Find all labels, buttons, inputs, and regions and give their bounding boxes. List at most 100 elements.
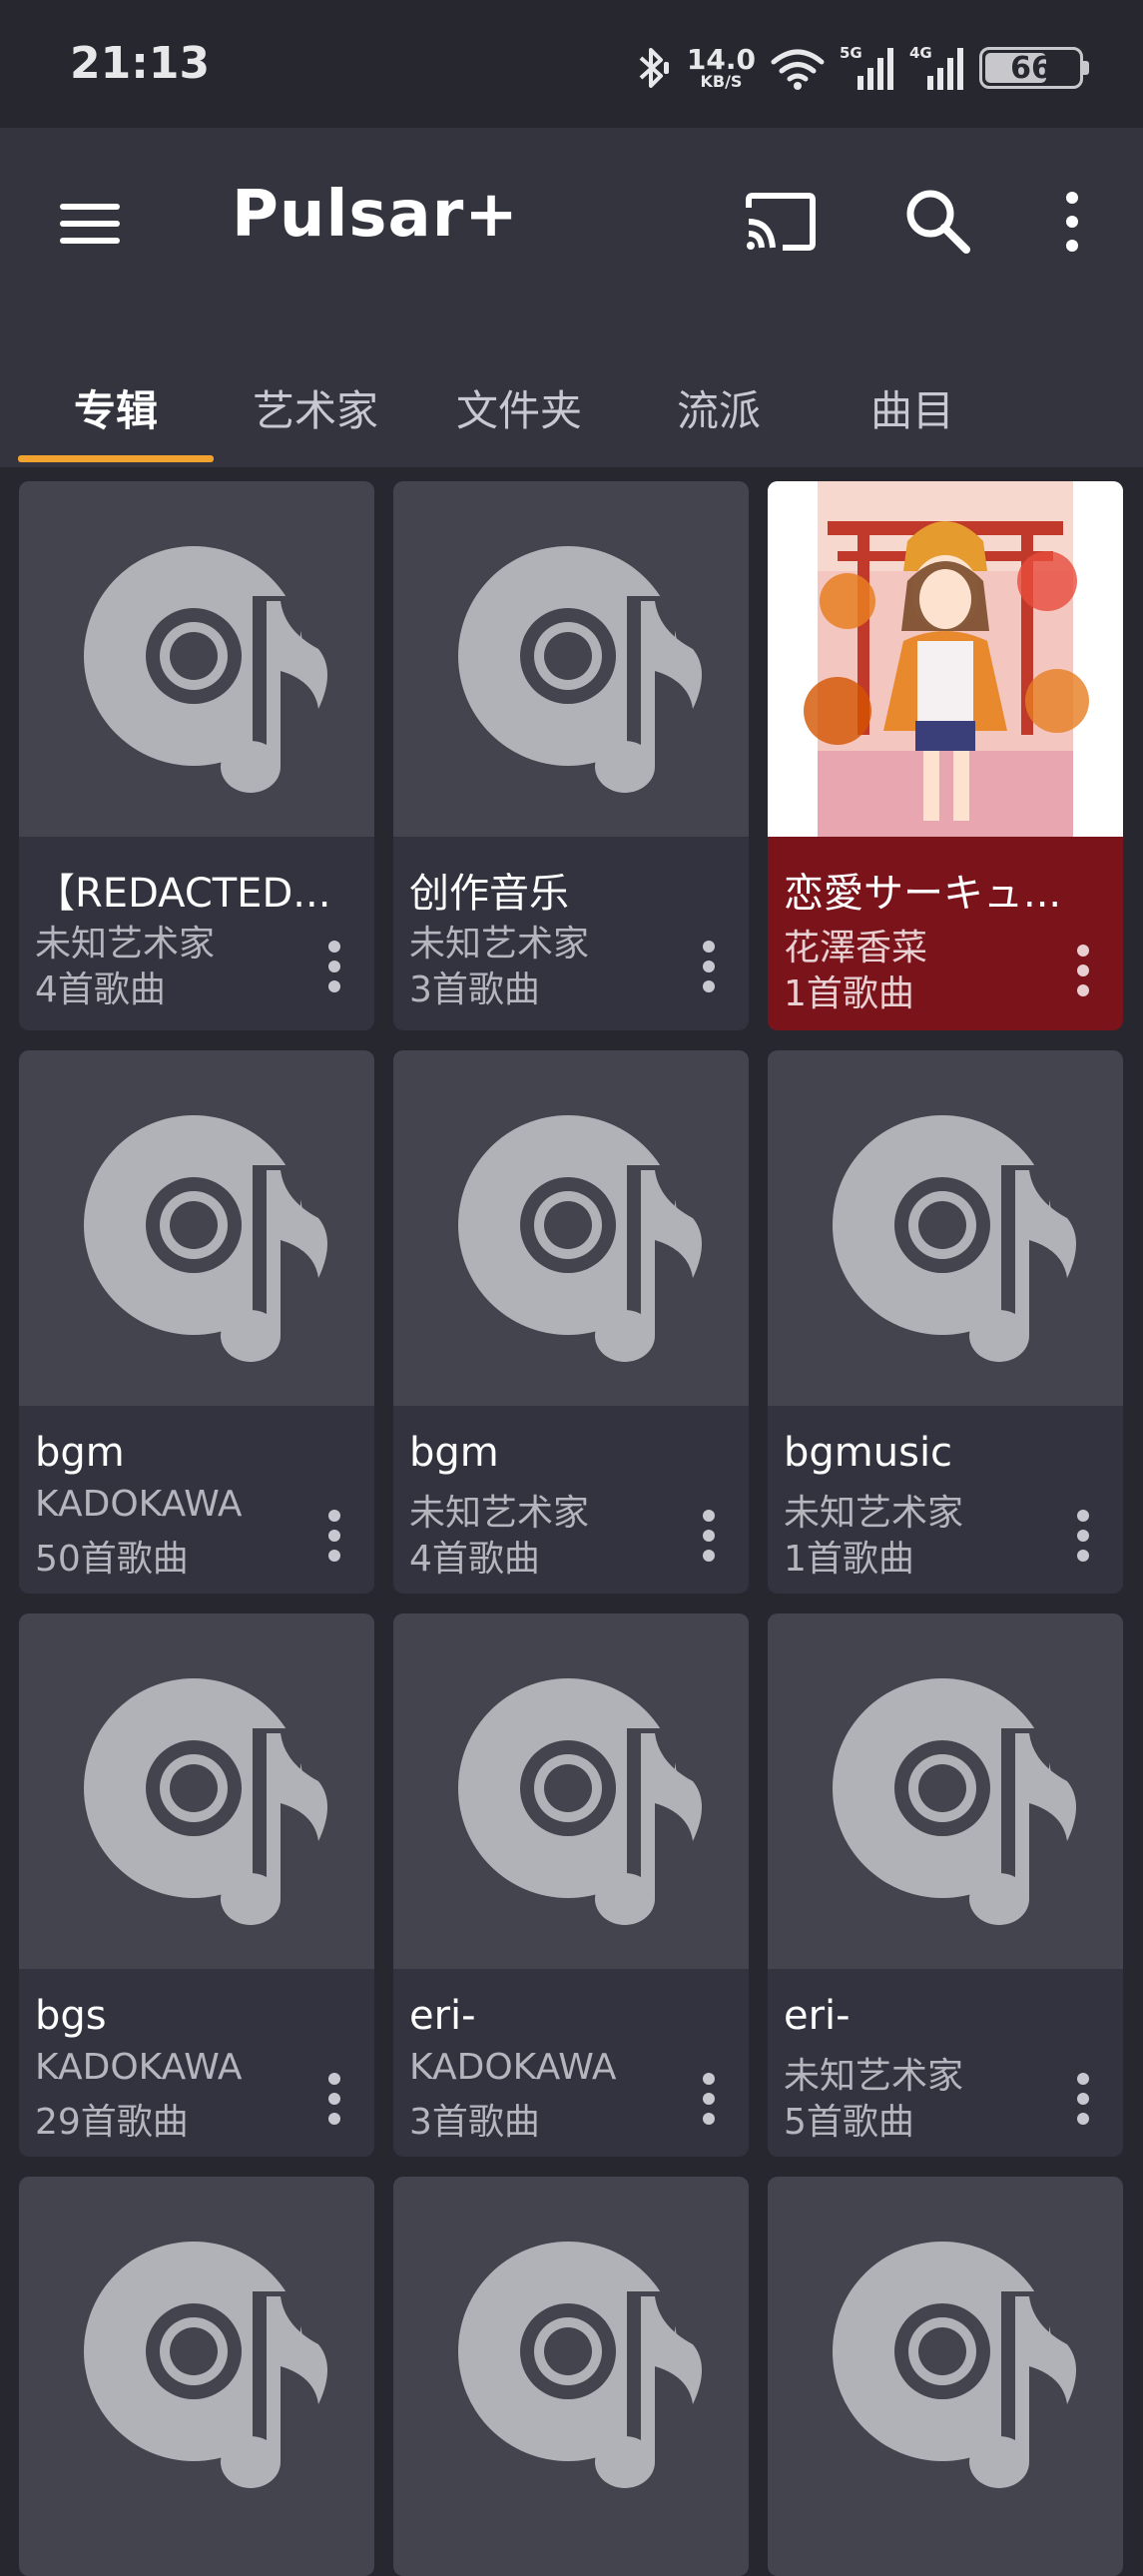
- more-vert-icon: [1077, 1510, 1089, 1562]
- search-button[interactable]: [898, 182, 978, 262]
- album-song-count: 50首歌曲: [35, 1539, 189, 1580]
- album-card[interactable]: bgm KADOKAWA 50首歌曲: [19, 1050, 374, 1594]
- tab-genres[interactable]: 流派: [639, 347, 799, 467]
- album-art-placeholder: [19, 481, 374, 837]
- album-info: bgm 未知艺术家 4首歌曲: [393, 1406, 749, 1594]
- album-art-placeholder: [768, 1613, 1123, 1969]
- album-artist: 花澤香菜: [784, 928, 928, 968]
- album-artist: KADOKAWA: [35, 1484, 243, 1525]
- album-art-placeholder: [19, 2177, 374, 2576]
- music-disc-icon: [458, 2242, 702, 2488]
- album-title: bgs: [35, 1993, 107, 2039]
- album-card[interactable]: bgmusic 未知艺术家 1首歌曲: [768, 1050, 1123, 1594]
- album-menu-button[interactable]: [314, 2069, 354, 2129]
- album-title: bgm: [35, 1430, 125, 1476]
- music-disc-icon: [84, 1678, 327, 1925]
- album-info: eri- KADOKAWA 3首歌曲: [393, 1969, 749, 2157]
- tab-bar: 专辑 艺术家 文件夹 流派 曲目: [0, 347, 1143, 467]
- album-card[interactable]: 【REDACTED... 未知艺术家 4首歌曲: [19, 481, 374, 1030]
- more-vert-icon: [1066, 192, 1078, 252]
- album-cover-art: [768, 481, 1123, 837]
- tab-artists[interactable]: 艺术家: [224, 347, 407, 467]
- cast-icon: [746, 193, 816, 251]
- network-speed: 14.0 KB/S: [686, 43, 756, 91]
- cast-button[interactable]: [741, 182, 821, 262]
- tab-folders[interactable]: 文件夹: [427, 347, 611, 467]
- music-disc-icon: [833, 1678, 1076, 1925]
- bluetooth-icon: [633, 44, 673, 92]
- more-vert-icon: [328, 1510, 340, 1562]
- album-card[interactable]: [19, 2177, 374, 2576]
- album-card[interactable]: 恋愛サーキュ... 花澤香菜 1首歌曲: [768, 481, 1123, 1030]
- album-title: eri-: [784, 1993, 851, 2039]
- more-vert-icon: [328, 2073, 340, 2125]
- album-menu-button[interactable]: [689, 2069, 729, 2129]
- status-bar: 21:13 14.0 KB/S 5G 4G 66: [0, 0, 1143, 128]
- album-artist: 未知艺术家: [409, 924, 590, 965]
- album-info: bgm KADOKAWA 50首歌曲: [19, 1406, 374, 1594]
- more-vert-icon: [328, 941, 340, 992]
- album-title: eri-: [409, 1993, 476, 2039]
- svg-text:4G: 4G: [909, 44, 932, 62]
- more-vert-icon: [703, 1510, 715, 1562]
- album-card[interactable]: [393, 2177, 749, 2576]
- album-artist: 未知艺术家: [784, 1493, 964, 1534]
- album-card[interactable]: 创作音乐 未知艺术家 3首歌曲: [393, 481, 749, 1030]
- album-card[interactable]: bgs KADOKAWA 29首歌曲: [19, 1613, 374, 2157]
- tab-tracks[interactable]: 曲目: [831, 347, 994, 467]
- album-menu-button[interactable]: [1063, 1506, 1103, 1566]
- music-disc-icon: [458, 546, 702, 793]
- album-menu-button[interactable]: [1063, 941, 1103, 1000]
- album-artist: KADOKAWA: [409, 2047, 617, 2088]
- album-title: bgmusic: [784, 1430, 953, 1476]
- album-song-count: 5首歌曲: [784, 2102, 914, 2143]
- menu-button[interactable]: [56, 190, 124, 258]
- album-info: eri- 未知艺术家 5首歌曲: [768, 1969, 1123, 2157]
- music-disc-icon: [833, 2242, 1076, 2488]
- album-card[interactable]: eri- KADOKAWA 3首歌曲: [393, 1613, 749, 2157]
- album-card[interactable]: eri- 未知艺术家 5首歌曲: [768, 1613, 1123, 2157]
- signal-5g-icon: 5G: [840, 44, 895, 92]
- album-title: bgm: [409, 1430, 499, 1476]
- album-info: bgmusic 未知艺术家 1首歌曲: [768, 1406, 1123, 1594]
- music-disc-icon: [458, 1115, 702, 1362]
- album-artist: 未知艺术家: [784, 2056, 964, 2097]
- album-menu-button[interactable]: [314, 937, 354, 996]
- wifi-icon: [770, 46, 826, 90]
- album-art-placeholder: [19, 1050, 374, 1406]
- album-song-count: 29首歌曲: [35, 2102, 189, 2143]
- tab-albums[interactable]: 专辑: [18, 347, 214, 467]
- album-artist: 未知艺术家: [35, 924, 216, 965]
- album-art-placeholder: [393, 2177, 749, 2576]
- album-info: 恋愛サーキュ... 花澤香菜 1首歌曲: [768, 837, 1123, 1030]
- music-disc-icon: [84, 1115, 327, 1362]
- album-art-placeholder: [19, 1613, 374, 1969]
- album-art-placeholder: [393, 481, 749, 837]
- album-song-count: 4首歌曲: [409, 1539, 540, 1580]
- hamburger-menu-icon: [60, 204, 120, 244]
- album-menu-button[interactable]: [689, 1506, 729, 1566]
- album-art-placeholder: [768, 1050, 1123, 1406]
- album-info: bgs KADOKAWA 29首歌曲: [19, 1969, 374, 2157]
- active-tab-indicator: [18, 455, 214, 462]
- album-art-placeholder: [393, 1613, 749, 1969]
- more-vert-icon: [703, 941, 715, 992]
- more-vert-icon: [1077, 945, 1089, 996]
- album-card[interactable]: bgm 未知艺术家 4首歌曲: [393, 1050, 749, 1594]
- album-info: 创作音乐 未知艺术家 3首歌曲: [393, 837, 749, 1030]
- album-menu-button[interactable]: [314, 1506, 354, 1566]
- album-title: 【REDACTED...: [35, 871, 331, 917]
- album-card[interactable]: [768, 2177, 1123, 2576]
- album-song-count: 3首歌曲: [409, 969, 540, 1010]
- music-disc-icon: [833, 1115, 1076, 1362]
- more-options-button[interactable]: [1044, 182, 1100, 262]
- album-title: 恋愛サーキュ...: [784, 871, 1062, 917]
- album-song-count: 1首歌曲: [784, 1539, 914, 1580]
- album-artist: 未知艺术家: [409, 1493, 590, 1534]
- album-menu-button[interactable]: [1063, 2069, 1103, 2129]
- music-disc-icon: [84, 546, 327, 793]
- album-art-placeholder: [393, 1050, 749, 1406]
- more-vert-icon: [703, 2073, 715, 2125]
- album-menu-button[interactable]: [689, 937, 729, 996]
- signal-4g-icon: 4G: [909, 44, 965, 92]
